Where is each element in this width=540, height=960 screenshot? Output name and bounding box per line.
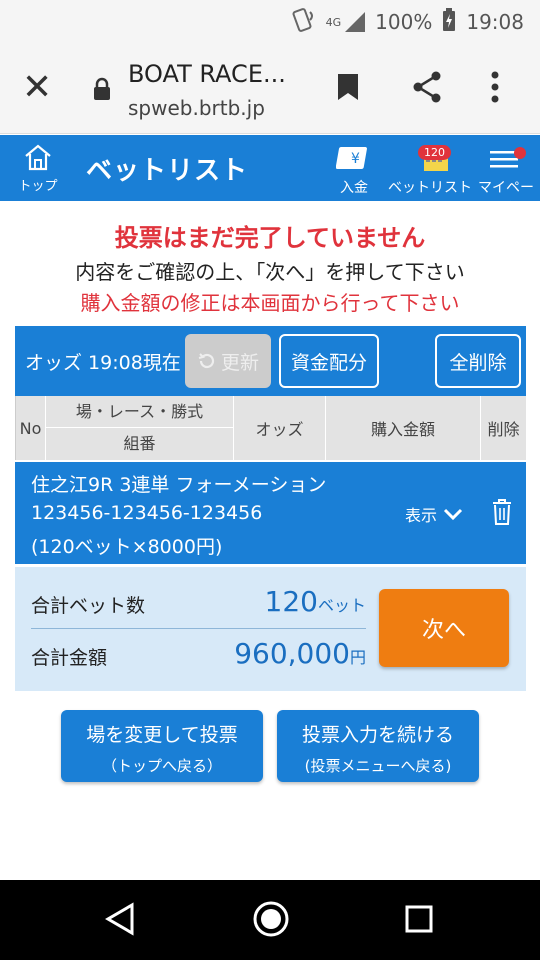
- odds-toolbar: オッズ 19:08現在 更新 資金配分 全削除: [15, 326, 526, 396]
- lock-icon[interactable]: [92, 77, 112, 101]
- col-no: No: [16, 396, 46, 460]
- home-label: トップ: [18, 179, 58, 194]
- notice-modify: 購入金額の修正は本画面から行って下さい: [80, 291, 460, 315]
- total-amount-label: 合計金額: [31, 647, 108, 669]
- recents-icon[interactable]: [404, 904, 434, 938]
- notice-incomplete: 投票はまだ完了していません: [114, 224, 426, 252]
- bet-race: 住之江9R 3連単 フォーメーション: [31, 474, 327, 496]
- betlist-label: ベットリスト: [388, 180, 472, 196]
- total-amount-unit: 円: [349, 648, 366, 667]
- deposit-label: 入金: [340, 180, 368, 196]
- browser-toolbar: ✕ BOAT RACE... spweb.brtb.jp: [0, 44, 540, 134]
- col-race: 場・レース・勝式 組番: [46, 396, 234, 460]
- refresh-icon: [198, 353, 215, 369]
- bookmark-icon[interactable]: [336, 72, 360, 106]
- mypage-label: マイページ: [478, 180, 534, 216]
- continue-sublabel: (投票メニューへ戻る): [304, 757, 452, 775]
- col-race-label: 場・レース・勝式: [46, 396, 233, 428]
- menu-icon: [490, 147, 526, 168]
- odds-timestamp: オッズ 19:08現在: [25, 352, 181, 374]
- notice-confirm: 内容をご確認の上、「次へ」を押して下さい: [75, 260, 465, 284]
- next-button[interactable]: 次へ: [379, 589, 509, 667]
- col-combo-label: 組番: [123, 434, 156, 453]
- continue-label: 投票入力を続ける: [301, 724, 454, 746]
- bet-combo: 123456-123456-123456: [31, 502, 263, 524]
- fund-allocation-button[interactable]: 資金配分: [279, 334, 379, 388]
- bet-panel: オッズ 19:08現在 更新 資金配分 全削除 No 場・レース・勝式 組番 オ…: [15, 326, 527, 691]
- show-toggle[interactable]: 表示: [405, 502, 463, 526]
- col-amount: 購入金額: [326, 396, 481, 460]
- col-odds: オッズ: [234, 396, 326, 460]
- total-bets-unit: ベット: [317, 596, 366, 615]
- signal-icon: [345, 12, 366, 32]
- share-icon[interactable]: [410, 70, 444, 108]
- clock: 19:08: [466, 10, 524, 34]
- home-icon: [25, 144, 51, 171]
- page-title: ベットリスト: [86, 156, 249, 186]
- home-button[interactable]: トップ: [14, 143, 62, 194]
- chevron-down-icon: [443, 508, 463, 521]
- deposit-icon: ¥: [335, 147, 367, 169]
- clear-all-button[interactable]: 全削除: [435, 334, 521, 388]
- close-icon[interactable]: ✕: [22, 68, 52, 108]
- bet-detail: (120ベット×8000円): [31, 536, 223, 558]
- home-nav-icon[interactable]: [252, 900, 290, 942]
- url-text[interactable]: spweb.brtb.jp: [128, 96, 265, 120]
- vibrate-icon: [290, 7, 316, 38]
- more-options-icon[interactable]: [490, 70, 500, 108]
- network-type: 4G: [325, 15, 342, 29]
- total-bets-number: 120: [264, 585, 318, 618]
- mypage-button[interactable]: マイページ: [472, 143, 540, 217]
- signal-indicator: 4G: [326, 12, 366, 32]
- page-title-browser[interactable]: BOAT RACE...: [128, 60, 286, 88]
- total-amount-number: 960,000: [234, 637, 350, 670]
- summary-box: 合計ベット数 120ベット 合計金額 960,000円 次へ: [15, 567, 526, 691]
- change-venue-button[interactable]: 場を変更して投票 （トップへ戻る）: [61, 710, 263, 782]
- total-bets-label: 合計ベット数: [31, 595, 146, 617]
- refresh-label: 更新: [220, 351, 259, 374]
- battery-percent: 100%: [375, 10, 433, 34]
- system-nav-bar: [0, 880, 540, 960]
- betlist-badge: 120: [418, 145, 451, 160]
- trash-icon[interactable]: [491, 498, 513, 530]
- refresh-button[interactable]: 更新: [185, 334, 271, 388]
- total-bets-value: 120ベット: [265, 585, 366, 618]
- total-amount-row: 合計金額 960,000円: [31, 633, 366, 681]
- total-amount-value: 960,000円: [234, 637, 366, 670]
- battery-icon: [442, 7, 456, 37]
- back-icon[interactable]: [104, 902, 136, 940]
- total-bets-row: 合計ベット数 120ベット: [31, 581, 366, 629]
- change-venue-label: 場を変更して投票: [86, 724, 238, 746]
- table-header: No 場・レース・勝式 組番 オッズ 購入金額 削除: [15, 396, 527, 460]
- status-bar: 4G 100% 19:08: [0, 0, 540, 44]
- continue-input-button[interactable]: 投票入力を続ける (投票メニューへ戻る): [277, 710, 479, 782]
- svg-text:¥: ¥: [351, 151, 360, 167]
- col-delete: 削除: [481, 396, 527, 460]
- app-header: トップ ベットリスト ¥ 入金 ベットリスト 120 マイページ: [0, 135, 540, 216]
- deposit-button[interactable]: ¥ 入金: [335, 143, 372, 197]
- table-row: 住之江9R 3連単 フォーメーション 123456-123456-123456 …: [15, 462, 526, 564]
- change-venue-sublabel: （トップへ戻る）: [101, 757, 222, 775]
- show-label: 表示: [405, 506, 438, 525]
